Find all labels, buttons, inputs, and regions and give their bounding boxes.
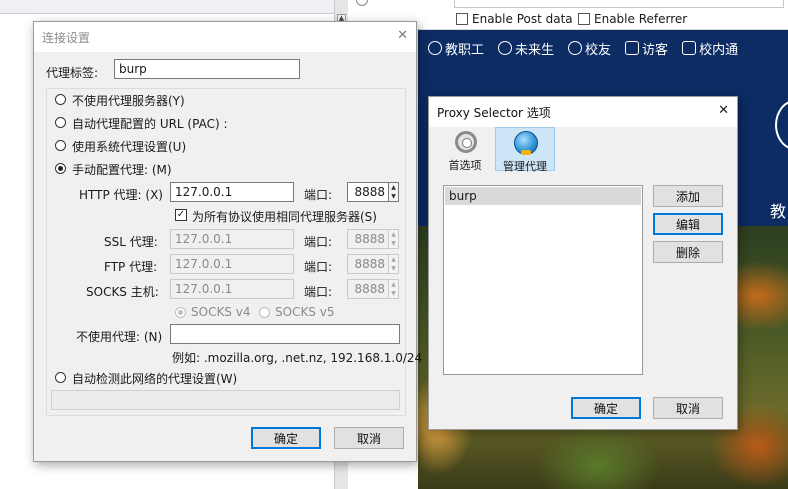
manual-proxy-label[interactable]: 手动配置代理: (M) — [72, 161, 172, 178]
ftp-port-label: 端口: — [304, 260, 333, 274]
auto-pac-label[interactable]: 自动代理配置的 URL (PAC) : — [72, 115, 228, 132]
socks-port-label: 端口: — [304, 285, 333, 299]
tab-label: 首选项 — [448, 159, 482, 172]
no-proxy-for-input[interactable] — [170, 324, 400, 344]
monitor-icon — [682, 41, 697, 55]
nav-label: 访客 — [642, 42, 669, 58]
socks-port-spinner[interactable]: ▲ ▼ — [389, 279, 399, 299]
socks-v5-radio[interactable] — [259, 307, 270, 318]
site-nav-bar: 教职工 未来生 校友 访客 校内通 — [418, 36, 788, 60]
no-proxy-example: 例如: .mozilla.org, .net.nz, 192.168.1.0/2… — [172, 351, 423, 365]
same-proxy-checkbox[interactable]: ✓ — [175, 209, 187, 221]
enable-post-data-option[interactable]: Enable Post data — [456, 12, 573, 26]
nav-label: 校内通 — [699, 42, 739, 58]
connection-cancel-button[interactable]: 取消 — [334, 427, 404, 449]
dialog-title: Proxy Selector 选项 — [437, 105, 551, 120]
nav-label: 校友 — [585, 42, 612, 58]
list-item[interactable]: burp — [445, 187, 641, 205]
ssl-port-input[interactable]: 8888 — [347, 229, 389, 249]
visitor-badge-icon — [625, 41, 640, 55]
ftp-proxy-label: FTP 代理: — [104, 260, 158, 274]
ftp-proxy-host-input[interactable]: 127.0.0.1 — [170, 254, 294, 274]
ssl-proxy-label: SSL 代理: — [104, 235, 158, 249]
proxy-ok-button[interactable]: 确定 — [571, 397, 641, 419]
background-window-edge — [0, 0, 336, 14]
enable-post-data-checkbox[interactable] — [456, 13, 468, 25]
nav-item-staff[interactable]: 教职工 — [428, 39, 484, 58]
nav-label: 未来生 — [515, 42, 555, 58]
nav-item-alumni[interactable]: 校友 — [568, 39, 611, 58]
socks-v5-label[interactable]: SOCKS v5 — [275, 305, 334, 319]
http-port-spinner[interactable]: ▲ ▼ — [389, 182, 399, 202]
ssl-proxy-host-input[interactable]: 127.0.0.1 — [170, 229, 294, 249]
manual-proxy-radio[interactable] — [55, 163, 66, 174]
site-side-text: 教 — [770, 202, 787, 221]
close-icon[interactable]: ✕ — [397, 29, 408, 43]
user-icon — [428, 41, 442, 55]
ssl-port-label: 端口: — [304, 235, 333, 249]
background-circle-icon — [356, 0, 368, 6]
globe-network-icon — [514, 131, 538, 155]
socks-host-label: SOCKS 主机: — [86, 285, 159, 299]
ssl-port-spinner[interactable]: ▲ ▼ — [389, 229, 399, 249]
nav-item-future-students[interactable]: 未来生 — [498, 39, 554, 58]
nav-item-visitors[interactable]: 访客 — [625, 39, 668, 58]
proxy-tag-label: 代理标签: — [46, 66, 99, 80]
background-input-box[interactable] — [454, 0, 784, 8]
tab-label: 管理代理 — [503, 160, 547, 173]
socks-port-input[interactable]: 8888 — [347, 279, 389, 299]
connection-ok-button[interactable]: 确定 — [251, 427, 321, 449]
close-icon[interactable]: ✕ — [718, 104, 729, 118]
dialog-titlebar: Proxy Selector 选项 ✕ — [429, 97, 737, 127]
http-proxy-label: HTTP 代理: (X) — [79, 188, 163, 202]
http-proxy-host-input[interactable]: 127.0.0.1 — [170, 182, 294, 202]
dialog-title: 连接设置 — [42, 30, 91, 45]
http-port-input[interactable]: 8888 — [347, 182, 389, 202]
proxy-tag-input[interactable]: burp — [114, 59, 300, 79]
socks-v4-radio[interactable] — [175, 307, 186, 318]
auto-detect-radio[interactable] — [55, 372, 66, 383]
ftp-port-input[interactable]: 8888 — [347, 254, 389, 274]
nav-item-campus[interactable]: 校内通 — [682, 39, 738, 58]
http-port-label: 端口: — [304, 188, 333, 202]
add-button[interactable]: 添加 — [653, 185, 723, 207]
connection-settings-dialog: 连接设置 ✕ 代理标签: burp 不使用代理服务器(Y) 自动代理配置的 UR… — [33, 21, 422, 462]
enable-referrer-label: Enable Referrer — [594, 12, 688, 26]
graduation-cap-icon — [568, 41, 583, 55]
tab-preferences[interactable]: 首选项 — [435, 127, 495, 172]
system-proxy-radio[interactable] — [55, 140, 66, 151]
system-proxy-label[interactable]: 使用系统代理设置(U) — [72, 138, 186, 155]
delete-button[interactable]: 删除 — [653, 241, 723, 263]
proxy-selector-dialog: Proxy Selector 选项 ✕ 首选项 管理代理 burp 添加 编辑 … — [428, 96, 738, 430]
enable-post-data-label: Enable Post data — [472, 12, 573, 26]
no-proxy-label[interactable]: 不使用代理服务器(Y) — [72, 92, 185, 109]
person-icon — [498, 41, 513, 55]
nav-label: 教职工 — [445, 42, 485, 58]
edit-button[interactable]: 编辑 — [653, 213, 723, 235]
proxy-cancel-button[interactable]: 取消 — [653, 397, 723, 419]
ftp-port-spinner[interactable]: ▲ ▼ — [389, 254, 399, 274]
auto-pac-radio[interactable] — [55, 117, 66, 128]
same-proxy-label[interactable]: 为所有协议使用相同代理服务器(S) — [192, 208, 377, 225]
no-proxy-for-label: 不使用代理: (N) — [76, 330, 163, 344]
auto-detect-label[interactable]: 自动检测此网络的代理设置(W) — [72, 370, 237, 387]
dialog-titlebar: 连接设置 ✕ — [34, 22, 416, 52]
proxy-list[interactable]: burp — [443, 185, 643, 375]
enable-referrer-checkbox[interactable] — [578, 13, 590, 25]
socks-host-input[interactable]: 127.0.0.1 — [170, 279, 294, 299]
enable-referrer-option[interactable]: Enable Referrer — [578, 12, 687, 26]
no-proxy-radio[interactable] — [55, 94, 66, 105]
tab-manage-proxies[interactable]: 管理代理 — [495, 127, 555, 173]
gear-icon — [455, 131, 477, 153]
status-bar — [51, 390, 400, 410]
tab-strip: 首选项 管理代理 — [429, 127, 737, 173]
socks-v4-label[interactable]: SOCKS v4 — [191, 305, 250, 319]
